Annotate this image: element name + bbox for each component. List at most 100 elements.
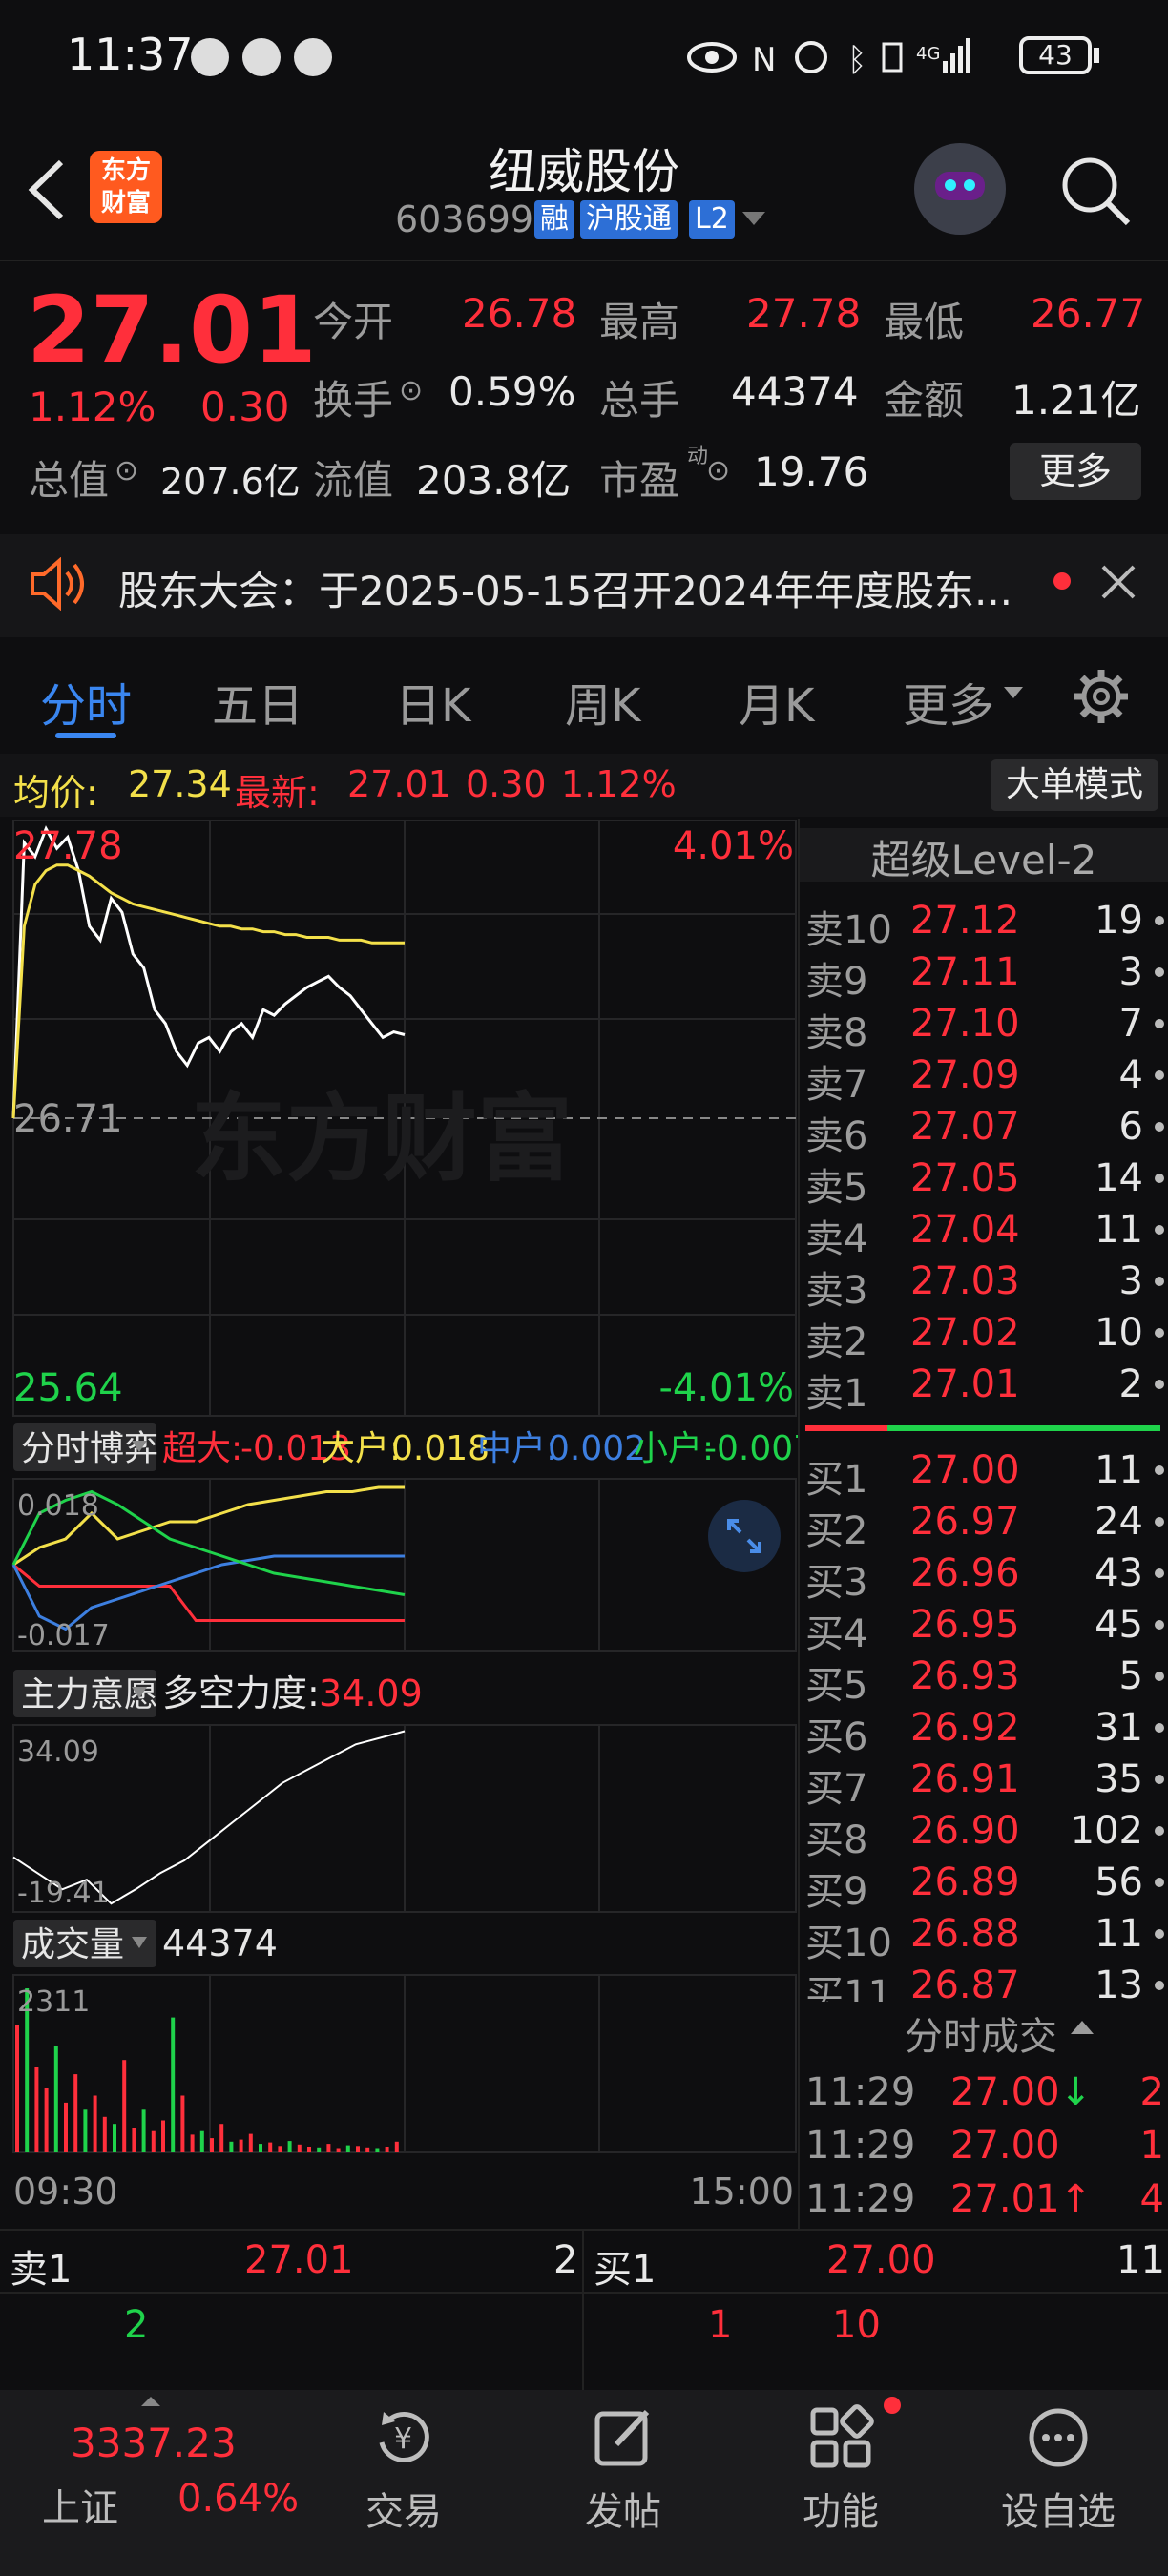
level-volume: 3: [1118, 1259, 1143, 1303]
level2-tag: L2: [689, 200, 735, 239]
orderbook-row[interactable]: 卖8 27.10 7: [805, 1002, 1164, 1055]
orderbook-row[interactable]: 买8 26.90 102: [805, 1809, 1164, 1862]
tick-time: 11:29: [805, 2177, 916, 2221]
last-value: 27.01: [347, 763, 451, 805]
chevron-up-icon[interactable]: [141, 2395, 160, 2406]
tick-row[interactable]: 11:29 27.00↓ 2: [805, 2070, 1164, 2124]
tab-monthly-k[interactable]: 月K: [739, 668, 814, 735]
volume-bar: [385, 2147, 389, 2152]
large-label: 大户:: [321, 1429, 401, 1468]
orderbook-row[interactable]: 买5 26.93 5: [805, 1654, 1164, 1708]
tab-more[interactable]: 更多: [903, 668, 994, 735]
dropdown-icon[interactable]: [742, 212, 765, 229]
info-icon[interactable]: ⊙: [706, 454, 730, 488]
tick-time: 11:29: [805, 2070, 916, 2114]
float-value-label: 流值: [313, 457, 394, 504]
tick-row[interactable]: 11:29 27.01↑ 4: [805, 2177, 1164, 2231]
more-button[interactable]: 更多: [1010, 443, 1141, 500]
dot-icon: [1155, 1672, 1164, 1681]
volume-bar: [326, 2144, 331, 2152]
dot-icon: [1155, 967, 1164, 977]
info-icon[interactable]: ⊙: [399, 374, 423, 407]
orderbook-row[interactable]: 卖4 27.04 11: [805, 1208, 1164, 1261]
level1-ask-price: 27.01: [244, 2238, 354, 2282]
game-y-bottom: -0.017: [17, 1619, 110, 1652]
orderbook-row[interactable]: 买10 26.88 11: [805, 1912, 1164, 1965]
level-label: 卖5: [805, 1166, 868, 1210]
notice-text[interactable]: 股东大会：于2025-05-15召开2024年年度股东...: [118, 559, 1012, 617]
level-volume: 31: [1095, 1706, 1143, 1750]
nav-add-watchlist[interactable]: 设自选: [1001, 2481, 1116, 2536]
orderbook-row[interactable]: 买3 26.96 43: [805, 1551, 1164, 1605]
tab-intraday[interactable]: 分时: [40, 668, 132, 735]
close-icon[interactable]: [1101, 565, 1136, 599]
volume-bar: [190, 2134, 195, 2152]
volume-bar: [73, 2074, 78, 2152]
index-name[interactable]: 上证: [42, 2477, 118, 2532]
orderbook-row[interactable]: 卖10 27.12 19: [805, 899, 1164, 952]
orderbook-row[interactable]: 卖6 27.07 6: [805, 1105, 1164, 1158]
chart-area[interactable]: 东方财富 27.78 26.71 25.64 4.01% -4.01% 分时博弈…: [0, 819, 798, 2229]
level-label: 买10: [805, 1922, 892, 1965]
level-label: 卖10: [805, 908, 892, 952]
level-price: 27.00: [910, 1448, 1020, 1492]
orderbook-row[interactable]: 买2 26.97 24: [805, 1500, 1164, 1553]
low-value: 26.77: [1031, 290, 1146, 337]
level-label: 卖3: [805, 1269, 868, 1313]
gear-icon[interactable]: [1073, 668, 1130, 725]
orderbook-row[interactable]: 卖3 27.03 3: [805, 1259, 1164, 1313]
orderbook-row[interactable]: 买9 26.89 56: [805, 1860, 1164, 1914]
orderbook-row[interactable]: 卖2 27.02 10: [805, 1311, 1164, 1364]
tick-volume: 4: [1139, 2177, 1164, 2221]
orderbook-row[interactable]: 买6 26.92 31: [805, 1706, 1164, 1759]
level1-bid-detail-2: 10: [832, 2303, 881, 2347]
level-price: 27.11: [910, 950, 1020, 994]
info-icon[interactable]: ⊙: [115, 454, 138, 488]
volume-bar: [53, 2046, 58, 2152]
orderbook-row[interactable]: 卖9 27.11 3: [805, 950, 1164, 1004]
dot-icon: [1155, 1070, 1164, 1080]
level-volume: 14: [1095, 1156, 1143, 1200]
level-label: 买6: [805, 1715, 868, 1759]
trade-icon[interactable]: ¥: [370, 2404, 437, 2471]
nav-trade[interactable]: 交易: [365, 2481, 442, 2536]
volume-bar: [239, 2139, 243, 2152]
small-label: 小户:: [634, 1429, 714, 1468]
tick-price: 27.01↑: [950, 2177, 1093, 2221]
battery-icon: 43: [1019, 36, 1092, 74]
tab-five-day[interactable]: 五日: [212, 668, 303, 735]
level-volume: 11: [1095, 1912, 1143, 1956]
post-icon[interactable]: [590, 2404, 657, 2471]
dot-icon: [1155, 1981, 1164, 1990]
tab-weekly-k[interactable]: 周K: [565, 668, 640, 735]
nav-functions[interactable]: 功能: [803, 2481, 879, 2536]
expand-button[interactable]: [708, 1500, 781, 1572]
tab-daily-k[interactable]: 日K: [395, 668, 470, 735]
network-type: 4G: [916, 44, 940, 64]
float-value: 203.8亿: [416, 457, 572, 504]
avg-label: 均价:: [13, 772, 98, 814]
app-notification-icon: [242, 38, 281, 76]
speaker-icon: [31, 557, 84, 611]
margin-tag: 融: [534, 200, 574, 239]
function-grid-icon[interactable]: [807, 2404, 874, 2471]
orderbook-row[interactable]: 卖5 27.05 14: [805, 1156, 1164, 1210]
index-value[interactable]: 3337.23: [71, 2420, 237, 2466]
orderbook-row[interactable]: 买4 26.95 45: [805, 1603, 1164, 1656]
total-value-label: 总值: [29, 457, 110, 504]
big-order-mode-button[interactable]: 大单模式: [991, 759, 1158, 811]
tick-row[interactable]: 11:29 27.00 1: [805, 2124, 1164, 2177]
orderbook-row[interactable]: 卖7 27.09 4: [805, 1053, 1164, 1107]
volume-label: 总手: [599, 377, 680, 424]
index-pct[interactable]: 0.64%: [177, 2477, 299, 2521]
ticks-header[interactable]: 分时成交: [800, 2002, 1168, 2059]
level-volume: 56: [1095, 1860, 1143, 1904]
nav-post[interactable]: 发帖: [585, 2481, 661, 2536]
more-dots-icon[interactable]: [1025, 2404, 1092, 2471]
watermark: 东方财富: [191, 1083, 573, 1195]
level2-title[interactable]: 超级Level-2: [800, 828, 1168, 883]
orderbook-row[interactable]: 买7 26.91 35: [805, 1757, 1164, 1811]
orderbook-row[interactable]: 卖1 27.01 2: [805, 1362, 1164, 1416]
level-label: 卖2: [805, 1320, 868, 1364]
orderbook-row[interactable]: 买1 27.00 11: [805, 1448, 1164, 1502]
